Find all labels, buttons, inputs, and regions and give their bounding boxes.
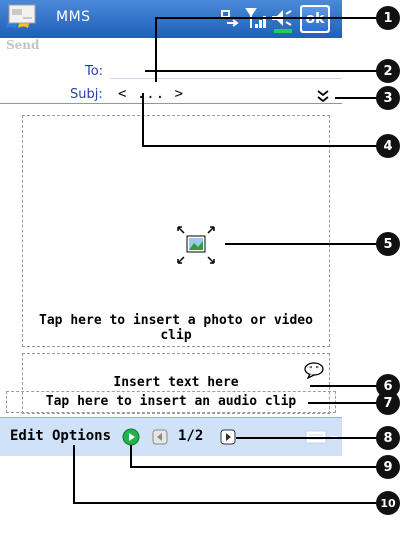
- header-divider: [0, 103, 342, 104]
- insert-picture-icon: [177, 226, 215, 264]
- callout-line-3: [335, 97, 378, 99]
- callout-3: 3: [376, 86, 400, 110]
- audio-insert-label: Tap here to insert an audio clip: [45, 394, 297, 409]
- signal-icon[interactable]: [245, 6, 269, 32]
- callout-1: 1: [376, 6, 400, 30]
- svg-text:" ": " ": [309, 365, 319, 374]
- ok-label: ok: [302, 7, 328, 31]
- callout-line-9-vertical: [130, 445, 132, 467]
- callout-4: 4: [376, 134, 400, 158]
- options-menu[interactable]: Options: [52, 428, 111, 444]
- ok-button[interactable]: ok: [300, 5, 330, 33]
- callout-line-8: [236, 437, 378, 439]
- to-label: To:: [85, 64, 104, 79]
- send-button[interactable]: Send: [6, 2, 42, 60]
- play-icon[interactable]: [122, 428, 140, 446]
- callout-line-1-vertical: [155, 17, 157, 82]
- callout-line-6: [310, 385, 378, 387]
- callout-9: 9: [376, 455, 400, 479]
- speech-bubble-icon: " ": [304, 362, 324, 379]
- callout-line-4: [142, 145, 378, 147]
- callout-line-9: [130, 466, 378, 468]
- envelope-icon: [8, 4, 36, 24]
- double-chevron-down-icon[interactable]: [316, 88, 330, 104]
- callout-line-2: [145, 70, 378, 72]
- callout-5: 5: [376, 232, 400, 256]
- send-label: Send: [6, 38, 40, 52]
- to-field[interactable]: [110, 78, 342, 79]
- callout-line-1: [155, 17, 378, 19]
- callout-line-10-vertical: [73, 445, 75, 503]
- app-title: MMS: [56, 9, 91, 25]
- next-slide-icon[interactable]: [220, 429, 236, 445]
- subject-field[interactable]: < ... >: [118, 86, 184, 102]
- subj-label: Subj:: [70, 87, 103, 102]
- callout-8: 8: [376, 426, 400, 450]
- previous-slide-icon[interactable]: [152, 429, 168, 445]
- slide-counter: 1/2: [178, 428, 204, 444]
- callout-2: 2: [376, 59, 400, 83]
- callout-line-10: [73, 502, 378, 504]
- edit-menu[interactable]: Edit: [10, 428, 44, 444]
- callout-line-4-vertical: [142, 93, 144, 146]
- photo-insert-label: Tap here to insert a photo or video clip: [39, 313, 313, 343]
- callout-line-5: [225, 243, 378, 245]
- volume-icon[interactable]: [270, 6, 296, 34]
- connectivity-icon[interactable]: [218, 8, 240, 30]
- text-insert-label: Insert text here: [113, 375, 239, 390]
- callout-10: 10: [376, 491, 400, 515]
- callout-line-7: [308, 402, 378, 404]
- callout-7: 7: [376, 391, 400, 415]
